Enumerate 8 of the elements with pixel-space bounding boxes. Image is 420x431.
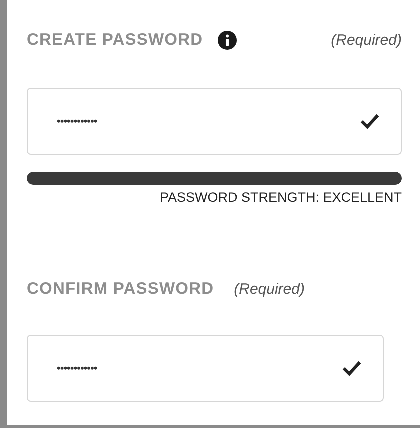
field-label: CREATE PASSWORD — [27, 30, 204, 50]
password-field[interactable]: •••••••••••• — [27, 88, 402, 155]
required-note: (Required) — [331, 32, 402, 48]
field-label: CONFIRM PASSWORD — [27, 280, 214, 298]
strength-caption: PASSWORD STRENGTH: EXCELLENT — [160, 190, 402, 205]
info-icon[interactable] — [218, 30, 238, 50]
required-note: (Required) — [234, 280, 305, 298]
password-field[interactable]: •••••••••••• — [27, 335, 384, 402]
